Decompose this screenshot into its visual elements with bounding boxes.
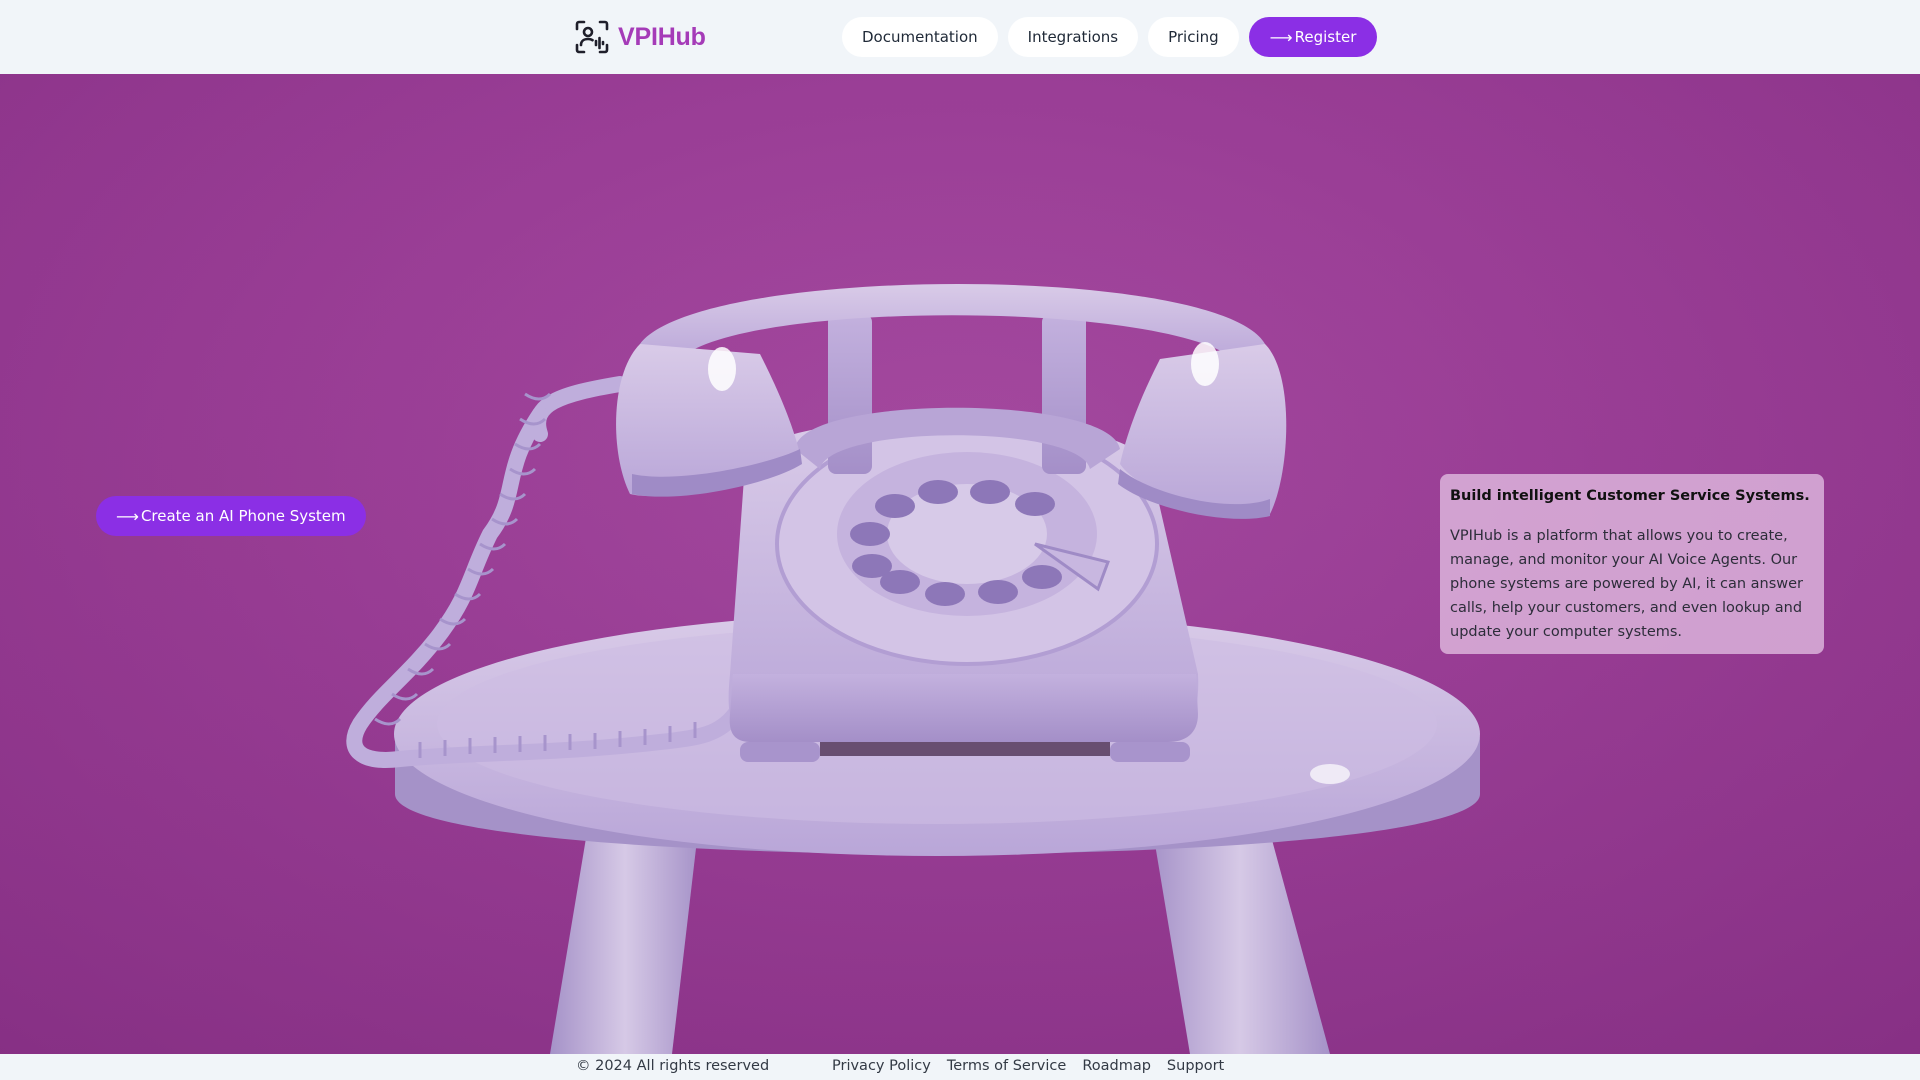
- register-button[interactable]: ⟶ Register: [1248, 17, 1378, 57]
- arrow-right-icon: ⟶: [116, 506, 139, 526]
- face-scan-microphone-icon: [575, 20, 609, 54]
- arrow-right-icon: ⟶: [1269, 27, 1293, 47]
- footer-link-privacy-policy[interactable]: Privacy Policy: [832, 1058, 931, 1074]
- footer: © 2024 All rights reserved Privacy Polic…: [0, 1054, 1920, 1080]
- copyright-text: © 2024 All rights reserved: [576, 1058, 770, 1074]
- cta-label: Create an AI Phone System: [140, 507, 346, 525]
- nav-documentation[interactable]: Documentation: [842, 17, 998, 57]
- nav-pricing[interactable]: Pricing: [1148, 17, 1239, 57]
- footer-link-support[interactable]: Support: [1167, 1058, 1224, 1074]
- footer-link-roadmap[interactable]: Roadmap: [1082, 1058, 1151, 1074]
- top-navigation-bar: VPIHub Documentation Integrations Pricin…: [0, 0, 1920, 74]
- info-card: Build intelligent Customer Service Syste…: [1440, 474, 1824, 654]
- info-card-body: VPIHub is a platform that allows you to …: [1450, 528, 1804, 640]
- register-label: Register: [1294, 28, 1357, 46]
- hero-section: ⟶ Create an AI Phone System Build intell…: [0, 74, 1920, 1054]
- main-nav: Documentation Integrations Pricing ⟶ Reg…: [842, 17, 1378, 57]
- nav-integrations[interactable]: Integrations: [1007, 17, 1139, 57]
- brand-name: VPIHub: [618, 22, 706, 51]
- footer-links: Privacy Policy Terms of Service Roadmap …: [832, 1058, 1224, 1074]
- info-card-title: Build intelligent Customer Service Syste…: [1450, 488, 1810, 504]
- footer-link-terms-of-service[interactable]: Terms of Service: [947, 1058, 1066, 1074]
- create-phone-system-button[interactable]: ⟶ Create an AI Phone System: [96, 496, 366, 536]
- logo-home-link[interactable]: VPIHub: [574, 18, 706, 56]
